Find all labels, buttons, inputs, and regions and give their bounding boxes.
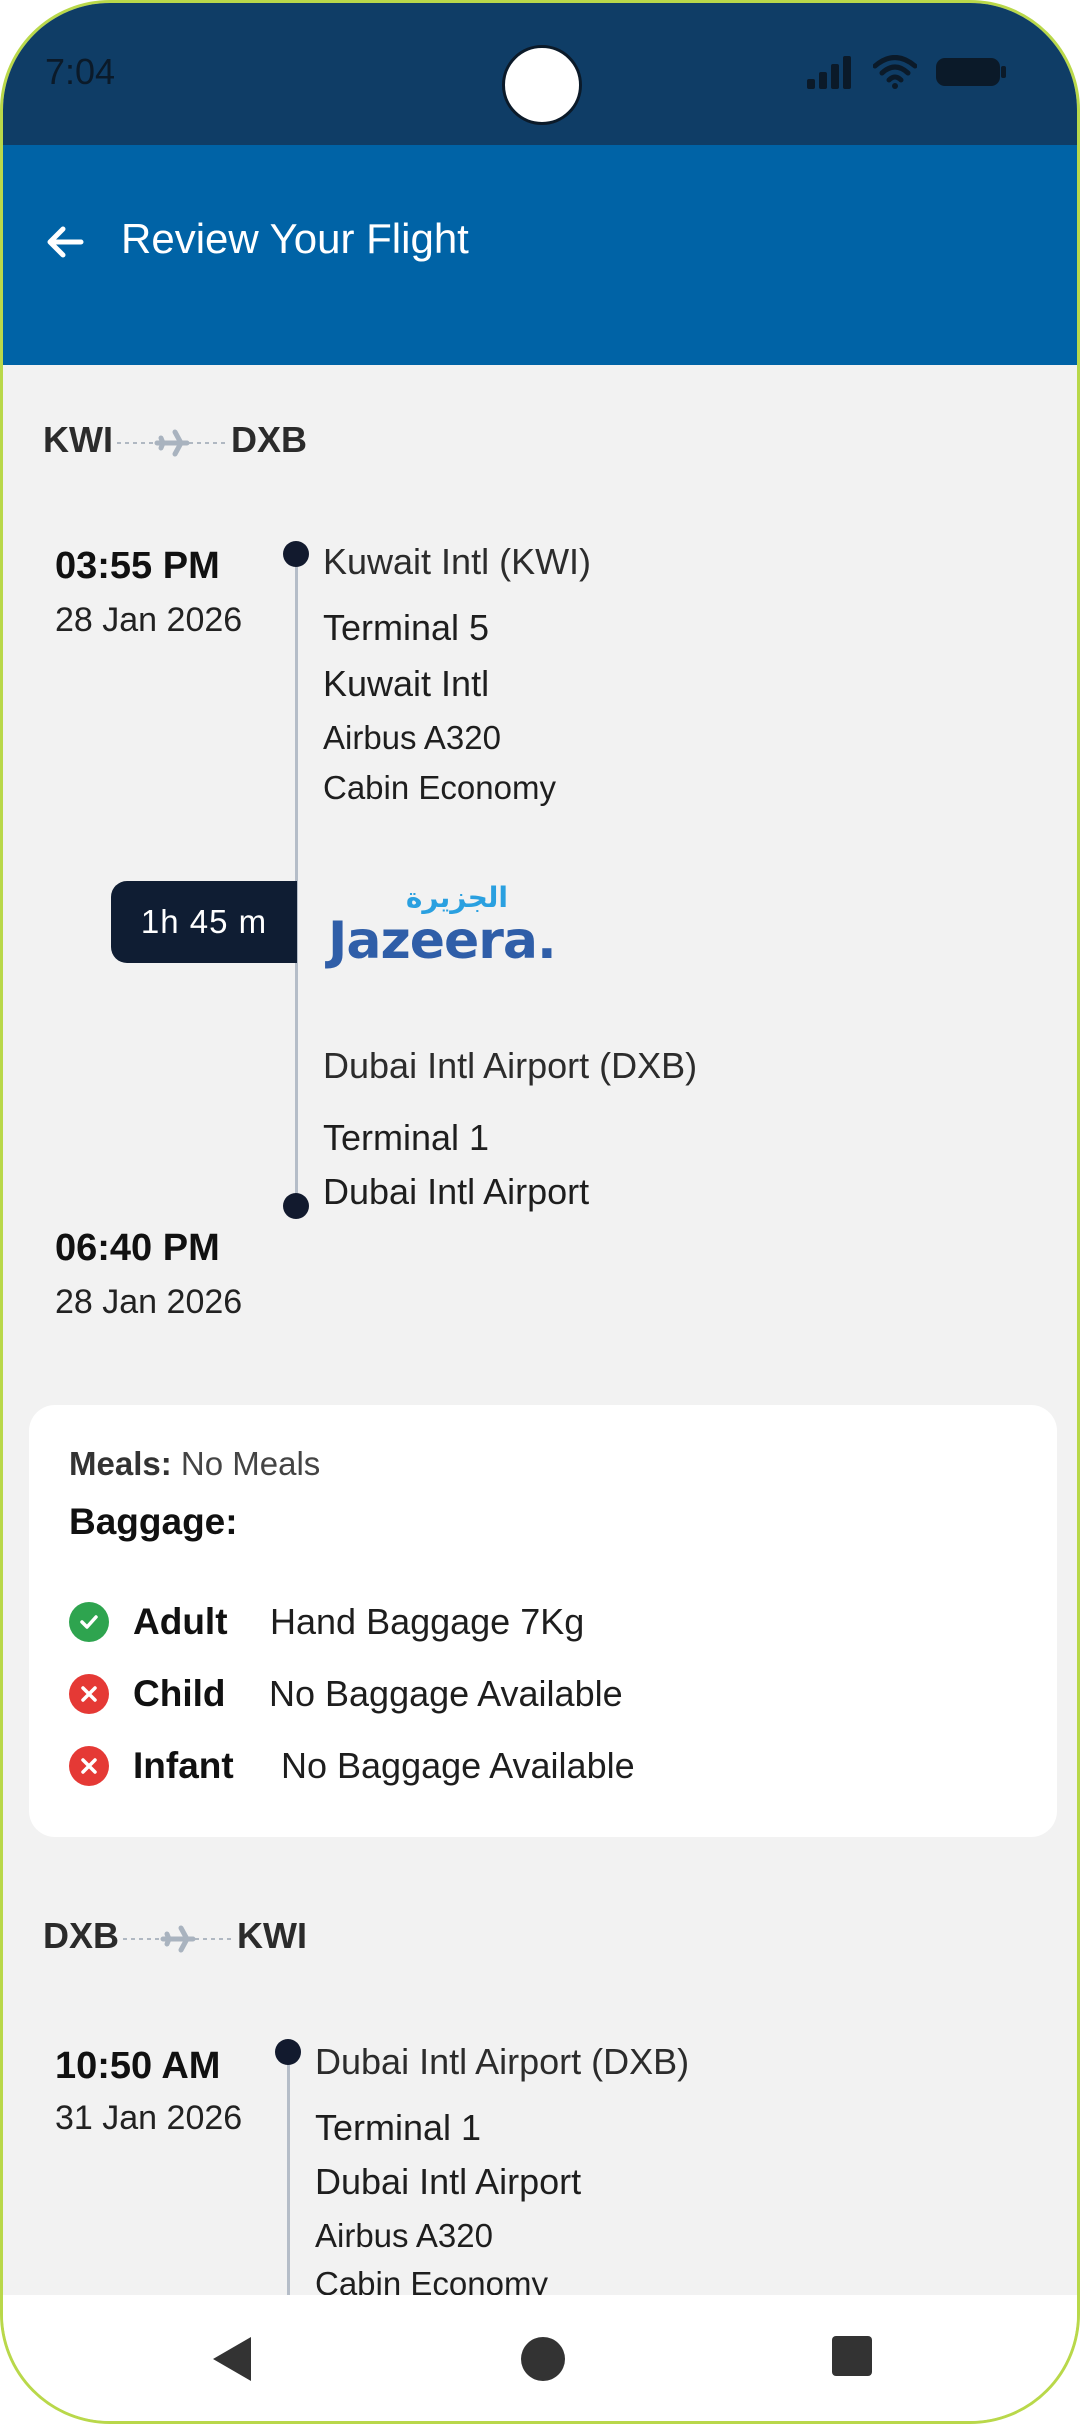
route-to-code: KWI: [237, 1915, 307, 1956]
return-departure-date: 31 Jan 2026: [55, 2099, 243, 2137]
airline-logo-text: Jazeera.: [328, 911, 557, 971]
x-circle-icon: [69, 1674, 109, 1714]
departure-date: 28 Jan 2026: [55, 601, 243, 639]
meals-value: No Meals: [180, 1445, 321, 1482]
baggage-row-child: Child: [69, 1669, 225, 1719]
departure-airport-name: Kuwait Intl: [323, 663, 490, 704]
arrival-date: 28 Jan 2026: [55, 1283, 243, 1321]
duration-badge: 1h 45 m: [111, 881, 297, 963]
camera-cutout: [502, 45, 582, 125]
status-bar: 7:04: [3, 3, 1077, 145]
arrow-left-icon[interactable]: [41, 217, 91, 267]
signal-icon: [807, 56, 851, 89]
baggage-title: Baggage:: [69, 1501, 238, 1542]
baggage-passenger-type: Child: [133, 1673, 226, 1714]
return-route-header: DXB KWI: [43, 1915, 307, 1957]
nav-recents-icon[interactable]: [831, 2335, 873, 2377]
departure-airport: Kuwait Intl (KWI): [323, 541, 592, 582]
wifi-icon: [873, 55, 917, 89]
route-from-code: KWI: [43, 419, 113, 460]
status-icons: [807, 55, 1007, 89]
outbound-route-header: KWI DXB: [43, 419, 307, 461]
route-from-code: DXB: [43, 1915, 120, 1956]
baggage-description: No Baggage Available: [269, 1673, 623, 1714]
nav-back-icon[interactable]: [209, 2335, 255, 2383]
arrival-airport: Dubai Intl Airport (DXB): [323, 1045, 698, 1086]
timeline-end-dot: [283, 1193, 309, 1219]
return-departure-airport-name: Dubai Intl Airport: [315, 2161, 582, 2202]
plane-icon: [116, 425, 227, 457]
timeline-start-dot: [283, 541, 309, 567]
baggage-row-infant: Infant: [69, 1741, 234, 1791]
return-departure-time: 10:50 AM: [55, 2045, 221, 2087]
arrival-terminal: Terminal 1: [323, 1117, 490, 1158]
departure-time: 03:55 PM: [55, 545, 220, 587]
system-nav-bar: [3, 2295, 1077, 2421]
cabin-class: Cabin Economy: [323, 769, 556, 806]
route-to-code: DXB: [230, 419, 307, 460]
airline-logo: الجزيرة Jazeera.: [328, 881, 557, 977]
flight-review-content[interactable]: KWI DXB 03:55 PM 28 Jan 2026 Kuwait Intl…: [3, 365, 1077, 2301]
baggage-passenger-type: Infant: [133, 1745, 234, 1786]
baggage-description: No Baggage Available: [281, 1745, 635, 1786]
baggage-row-adult: Adult: [69, 1597, 228, 1647]
timeline-line: [287, 2055, 290, 2301]
arrival-airport-name: Dubai Intl Airport: [323, 1171, 590, 1212]
airline-logo-arabic: الجزيرة: [405, 881, 508, 914]
x-circle-icon: [69, 1746, 109, 1786]
meals-label: Meals:: [69, 1445, 172, 1482]
plane-icon: [123, 1921, 234, 1953]
departure-terminal: Terminal 5: [323, 607, 490, 648]
nav-home-icon[interactable]: [519, 2335, 567, 2383]
arrival-time: 06:40 PM: [55, 1227, 220, 1269]
return-aircraft-type: Airbus A320: [315, 2217, 493, 2254]
battery-icon: [936, 58, 1006, 86]
meals-info: Meals: No Meals: [69, 1445, 320, 1483]
return-departure-airport: Dubai Intl Airport (DXB): [315, 2041, 690, 2082]
timeline-start-dot: [275, 2039, 301, 2065]
check-circle-icon: [69, 1602, 109, 1642]
page-title: Review Your Flight: [121, 215, 469, 262]
extras-card: Meals: No Meals Baggage: Adult Hand Bagg…: [29, 1405, 1057, 1837]
app-bar: Review Your Flight: [3, 145, 1077, 365]
return-departure-terminal: Terminal 1: [315, 2107, 482, 2148]
aircraft-type: Airbus A320: [323, 719, 501, 756]
phone-frame: 7:04 Review Your Flight KWI DXB 03:55 PM…: [0, 0, 1080, 2424]
status-time: 7:04: [45, 51, 116, 92]
baggage-description: Hand Baggage 7Kg: [270, 1601, 585, 1642]
baggage-passenger-type: Adult: [133, 1601, 228, 1642]
